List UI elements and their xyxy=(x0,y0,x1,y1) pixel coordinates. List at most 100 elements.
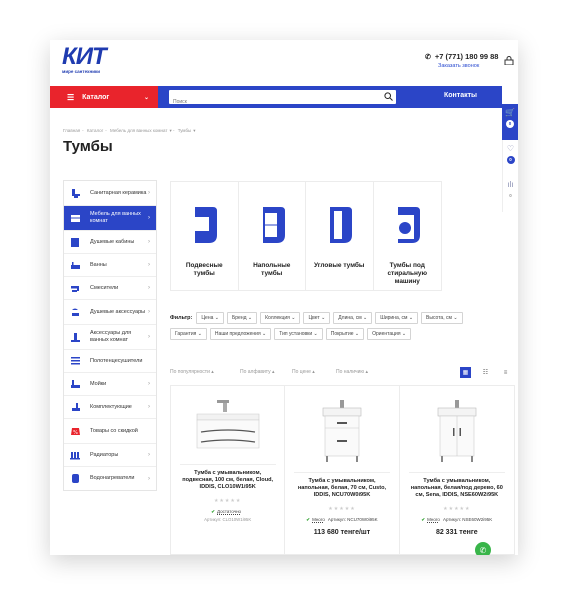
product-name[interactable]: Тумба с умывальником, напольная, белая, … xyxy=(285,478,398,500)
svg-text:%: % xyxy=(73,430,78,436)
product-article: Артикул: CLO10W1i95K xyxy=(204,516,252,522)
rating-stars: ★★★★★ xyxy=(213,497,242,504)
rating-stars: ★★★★★ xyxy=(443,505,471,512)
product-card[interactable]: Тумба с умывальником, подвесная, 100 см,… xyxy=(171,386,286,554)
product-card[interactable]: Тумба с умывальником, напольная, белая/п… xyxy=(400,386,514,554)
favorites-widget[interactable]: ♡ 0 xyxy=(502,140,518,176)
product-image xyxy=(322,400,362,462)
check-icon: ✔ xyxy=(421,516,426,522)
sort-price[interactable]: По цене ▴ xyxy=(292,369,315,375)
filter-collection[interactable]: Коллекция ⌄ xyxy=(260,312,301,324)
search-input[interactable] xyxy=(169,95,369,109)
filter-install-type[interactable]: Тип установки ⌄ xyxy=(274,328,323,340)
logo[interactable]: КИТ мире сантехники xyxy=(62,43,107,75)
breadcrumb-furniture[interactable]: Мебель для ванных комнат xyxy=(110,128,167,133)
cart-count: 0 xyxy=(506,120,514,128)
logo-text: КИТ xyxy=(62,43,107,70)
product-image xyxy=(196,400,259,449)
cabinet-icon xyxy=(71,214,80,222)
category-floor[interactable]: Напольные тумбы xyxy=(239,182,306,290)
discount-icon: % xyxy=(71,427,80,436)
phone-number[interactable]: ✆ +7 (771) 180 99 88 xyxy=(425,52,498,61)
parts-icon xyxy=(72,402,80,411)
callback-link[interactable]: Заказать звонок xyxy=(438,63,479,69)
contacts-link[interactable]: Контакты xyxy=(444,92,477,99)
towel-rail-icon xyxy=(71,356,80,364)
grid-view-icon[interactable]: ▦ xyxy=(460,367,471,378)
search-icon[interactable] xyxy=(384,92,393,101)
sidebar-item-label: Мойки xyxy=(90,380,107,387)
page-frame: КИТ мире сантехники ✆ +7 (771) 180 99 88 … xyxy=(50,40,518,555)
category-washing-machine[interactable]: Тумбы под стиральную машину xyxy=(374,182,442,290)
stock-status: ✔ Достаточно xyxy=(211,508,242,514)
sidebar-item-label: Смесители xyxy=(90,284,119,291)
filter-height[interactable]: Высота, см ⌄ xyxy=(421,312,463,324)
page-title: Тумбы xyxy=(63,138,113,155)
sidebar-item-ceramics[interactable]: Санитарная керамика › xyxy=(64,181,156,206)
sidebar-item-faucets[interactable]: Смесители › xyxy=(64,277,156,300)
sidebar-item-label: Аксессуары для ванных комнат xyxy=(90,330,132,343)
compare-widget[interactable]: ılı 0 xyxy=(502,176,518,212)
sort-alphabet[interactable]: По алфавиту ▴ xyxy=(240,369,275,375)
rating-stars: ★★★★★ xyxy=(328,505,356,512)
sidebar-item-towel-rails[interactable]: Полотенцесушители xyxy=(64,350,156,373)
category-label: Угловые тумбы xyxy=(314,262,365,269)
chevron-right-icon: › xyxy=(148,309,150,315)
table-view-icon[interactable]: ≡ xyxy=(500,367,511,378)
category-label: Тумбы под стиральную машину xyxy=(387,262,428,285)
sidebar-item-shower-accessories[interactable]: Душевые аксессуары › xyxy=(64,300,156,325)
filter-price[interactable]: Цена ⌄ xyxy=(196,312,224,324)
list-view-icon[interactable]: ☷ xyxy=(480,367,491,378)
sidebar-item-label: Ванны xyxy=(90,261,107,268)
sidebar-item-label: Радиаторы xyxy=(90,451,119,458)
chevron-right-icon: › xyxy=(148,334,150,340)
sidebar-item-bathtubs[interactable]: Ванны › xyxy=(64,254,156,277)
product-grid: Тумба с умывальником, подвесная, 100 см,… xyxy=(170,385,515,555)
sort-popularity[interactable]: По популярности ▴ xyxy=(170,369,214,375)
sink-icon xyxy=(71,379,80,388)
cart-widget[interactable]: 🛒 0 xyxy=(502,104,518,140)
filter-brand[interactable]: Бренд ⌄ xyxy=(226,312,258,324)
product-card[interactable]: Тумба с умывальником, напольная, белая, … xyxy=(285,386,400,554)
filter-row-2: Гарантия ⌄ Наши предложения ⌄ Тип устано… xyxy=(170,328,515,340)
sidebar-item-furniture[interactable]: Мебель для ванных комнат › xyxy=(64,206,156,231)
breadcrumb-current: Тумбы xyxy=(177,128,192,133)
product-price: 113 680 тенге/шт xyxy=(313,528,371,536)
sidebar-item-water-heaters[interactable]: Водонагреватели › xyxy=(64,467,156,490)
breadcrumb-catalog[interactable]: Каталог xyxy=(87,128,103,133)
filter-length[interactable]: Длина, см ⌄ xyxy=(333,312,373,324)
floor-cabinet-image xyxy=(262,207,285,243)
sidebar-item-discounts[interactable]: % Товары со скидкой xyxy=(64,419,156,444)
category-wall-hung[interactable]: Подвесные тумбы xyxy=(171,182,239,290)
sidebar-item-radiators[interactable]: Радиаторы › xyxy=(64,444,156,467)
sidebar-item-label: Комплектующие xyxy=(90,403,132,410)
product-name[interactable]: Тумба с умывальником, напольная, белая/п… xyxy=(400,478,514,500)
sidebar-item-bath-accessories[interactable]: Аксессуары для ванных комнат › xyxy=(64,325,156,350)
logo-subtitle: мире сантехники xyxy=(62,69,101,74)
breadcrumb: Главная - Каталог - Мебель для ванных комн… xyxy=(63,128,196,133)
accessory-icon xyxy=(71,332,80,342)
sidebar-item-sinks[interactable]: Мойки › xyxy=(64,373,156,396)
product-name[interactable]: Тумба с умывальником, подвесная, 100 см,… xyxy=(171,470,284,492)
sort-stock[interactable]: По наличию ▴ xyxy=(336,369,368,375)
filter-title: Фильтр: xyxy=(170,315,193,321)
chevron-right-icon: › xyxy=(148,452,150,458)
filter-width[interactable]: Ширина, см ⌄ xyxy=(375,312,419,324)
catalog-button[interactable]: ☰ Каталог ⌄ xyxy=(50,86,158,108)
sidebar-item-parts[interactable]: Комплектующие › xyxy=(64,396,156,419)
category-corner[interactable]: Угловые тумбы xyxy=(306,182,374,290)
filter-orientation[interactable]: Ориентация ⌄ xyxy=(367,328,412,340)
filter-offers[interactable]: Наши предложения ⌄ xyxy=(209,328,272,340)
menu-icon: ☰ xyxy=(67,92,75,102)
sidebar-item-shower-cabins[interactable]: Душевые кабины › xyxy=(64,231,156,254)
compare-count: 0 xyxy=(506,192,515,200)
breadcrumb-home[interactable]: Главная xyxy=(63,128,80,133)
whatsapp-icon[interactable]: ✆ xyxy=(475,542,491,555)
filter-warranty[interactable]: Гарантия ⌄ xyxy=(170,328,207,340)
lock-icon[interactable] xyxy=(504,56,514,65)
filter-coating[interactable]: Покрытие ⌄ xyxy=(325,328,365,340)
chevron-right-icon: › xyxy=(148,239,150,245)
washing-machine-cabinet-image xyxy=(396,207,421,243)
filter-color[interactable]: Цвет ⌄ xyxy=(303,312,331,324)
sidebar-item-label: Товары со скидкой xyxy=(90,427,138,434)
